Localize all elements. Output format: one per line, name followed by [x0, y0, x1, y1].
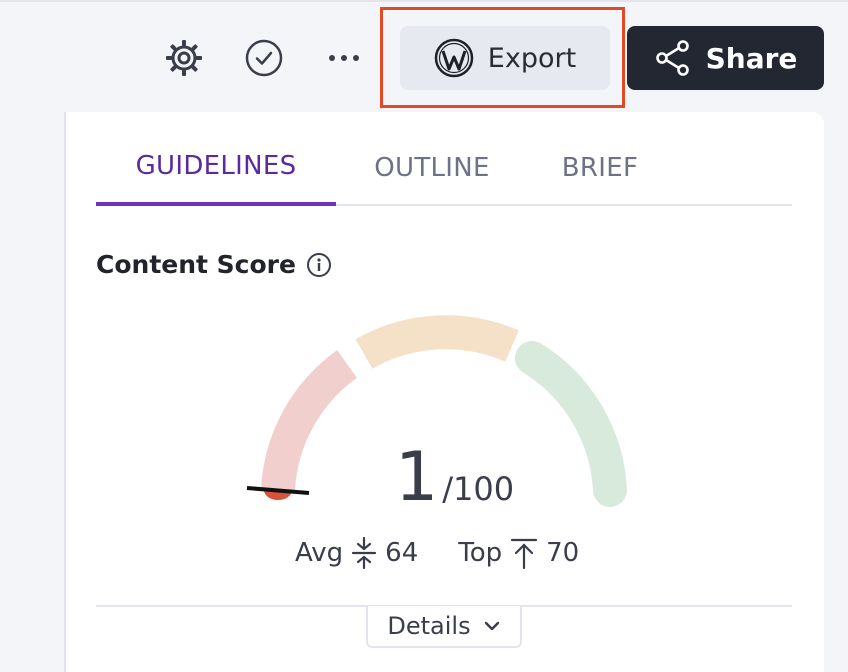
export-label: Export	[487, 42, 577, 74]
share-button[interactable]: Share	[627, 26, 824, 90]
wordpress-icon	[434, 38, 474, 78]
tab-outline[interactable]: OUTLINE	[352, 130, 512, 206]
share-nodes-icon	[655, 40, 689, 76]
more-options-button[interactable]	[322, 36, 366, 80]
avg-value: 64	[385, 538, 419, 568]
content-score-title: Content Score	[96, 250, 296, 279]
info-icon[interactable]	[306, 252, 332, 278]
score-display: 1 /100	[395, 438, 514, 517]
score-benchmarks: Avg 64 Top 70	[295, 536, 579, 570]
score-value: 1	[395, 438, 439, 517]
share-label: Share	[705, 41, 798, 75]
average-arrows-icon	[352, 536, 377, 570]
gauge-segment-mid	[355, 315, 519, 369]
panel-tabs: GUIDELINES OUTLINE BRIEF	[96, 130, 792, 206]
gauge-score-needle	[246, 486, 310, 495]
top-arrow-icon	[511, 538, 538, 570]
tab-guidelines[interactable]: GUIDELINES	[96, 130, 336, 206]
gauge-segment-low	[261, 350, 358, 492]
check-circle-icon	[245, 39, 283, 77]
mark-complete-button[interactable]	[242, 36, 286, 80]
top-value: 70	[546, 538, 580, 568]
tab-outline-label: OUTLINE	[374, 153, 490, 183]
export-button[interactable]: Export	[400, 26, 610, 90]
tab-guidelines-label: GUIDELINES	[135, 151, 297, 181]
chevron-down-icon	[484, 621, 499, 631]
settings-button[interactable]	[162, 36, 206, 80]
score-max: /100	[442, 470, 515, 508]
gauge-segment-high	[515, 341, 627, 507]
gear-cog-icon	[166, 40, 202, 76]
details-label: Details	[387, 612, 471, 640]
avg-label: Avg	[295, 538, 344, 568]
details-toggle-button[interactable]: Details	[366, 606, 522, 648]
more-dots-icon	[329, 55, 359, 61]
tab-brief[interactable]: BRIEF	[540, 130, 660, 206]
content-score-heading: Content Score	[96, 250, 332, 279]
tab-brief-label: BRIEF	[561, 153, 639, 183]
top-label: Top	[458, 538, 503, 568]
